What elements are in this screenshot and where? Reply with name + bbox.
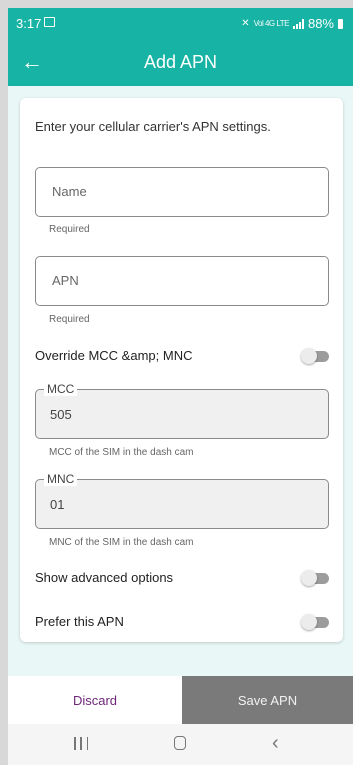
apn-input[interactable] <box>50 272 314 289</box>
prefer-apn-toggle[interactable] <box>301 614 329 630</box>
mcc-label: MCC <box>44 382 78 396</box>
toggle-thumb <box>301 570 317 586</box>
prefer-apn-label: Prefer this APN <box>35 614 124 629</box>
app-bar: ← Add APN <box>8 38 353 86</box>
save-apn-button[interactable]: Save APN <box>182 676 353 724</box>
name-input[interactable] <box>50 183 314 200</box>
battery-percent: 88% <box>307 16 334 31</box>
mcc-field[interactable]: MCC 505 <box>35 382 329 439</box>
signal-icon <box>292 18 304 29</box>
mnc-value: 01 <box>50 497 65 512</box>
status-icons: ✕ Vol 4G LTE 88% <box>241 16 343 31</box>
action-bar: Discard Save APN <box>8 676 353 724</box>
advanced-options-label: Show advanced options <box>35 570 174 585</box>
mcc-helper: MCC of the SIM in the dash cam <box>49 447 194 458</box>
gallery-icon <box>44 17 55 27</box>
nav-back-icon[interactable]: ‹ <box>272 733 279 753</box>
discard-button[interactable]: Discard <box>8 676 182 724</box>
recent-apps-icon[interactable] <box>74 737 88 751</box>
apn-form-card: Enter your cellular carrier's APN settin… <box>20 98 343 642</box>
name-helper: Required <box>49 224 90 235</box>
mute-icon: ✕ <box>241 18 250 29</box>
mcc-value: 505 <box>50 407 72 422</box>
name-field[interactable] <box>35 167 329 217</box>
page-title: Add APN <box>143 52 218 72</box>
prefer-apn-row: Prefer this APN <box>35 612 329 632</box>
system-nav-bar: ‹ <box>8 724 353 765</box>
mnc-field[interactable]: MNC 01 <box>35 472 329 529</box>
apn-field[interactable] <box>35 256 329 306</box>
home-icon[interactable] <box>174 736 186 750</box>
advanced-options-row: Show advanced options <box>35 568 329 588</box>
mnc-label: MNC <box>44 472 78 486</box>
override-row: Override MCC &amp; MNC <box>35 346 329 366</box>
advanced-options-toggle[interactable] <box>301 570 329 586</box>
phone-screen: 3:17 ✕ Vol 4G LTE 88% ← Add APN Enter yo… <box>8 8 353 765</box>
override-label: Override MCC &amp; MNC <box>35 348 193 363</box>
status-time: 3:17 <box>16 16 42 31</box>
mnc-helper: MNC of the SIM in the dash cam <box>49 537 194 548</box>
form-intro: Enter your cellular carrier's APN settin… <box>35 119 271 134</box>
override-toggle[interactable] <box>301 348 329 364</box>
toggle-thumb <box>301 614 317 630</box>
network-type-icon: Vol 4G LTE <box>253 19 290 28</box>
status-bar: 3:17 ✕ Vol 4G LTE 88% <box>8 8 353 38</box>
battery-icon <box>338 18 343 29</box>
apn-helper: Required <box>49 314 90 325</box>
toggle-thumb <box>301 348 317 364</box>
